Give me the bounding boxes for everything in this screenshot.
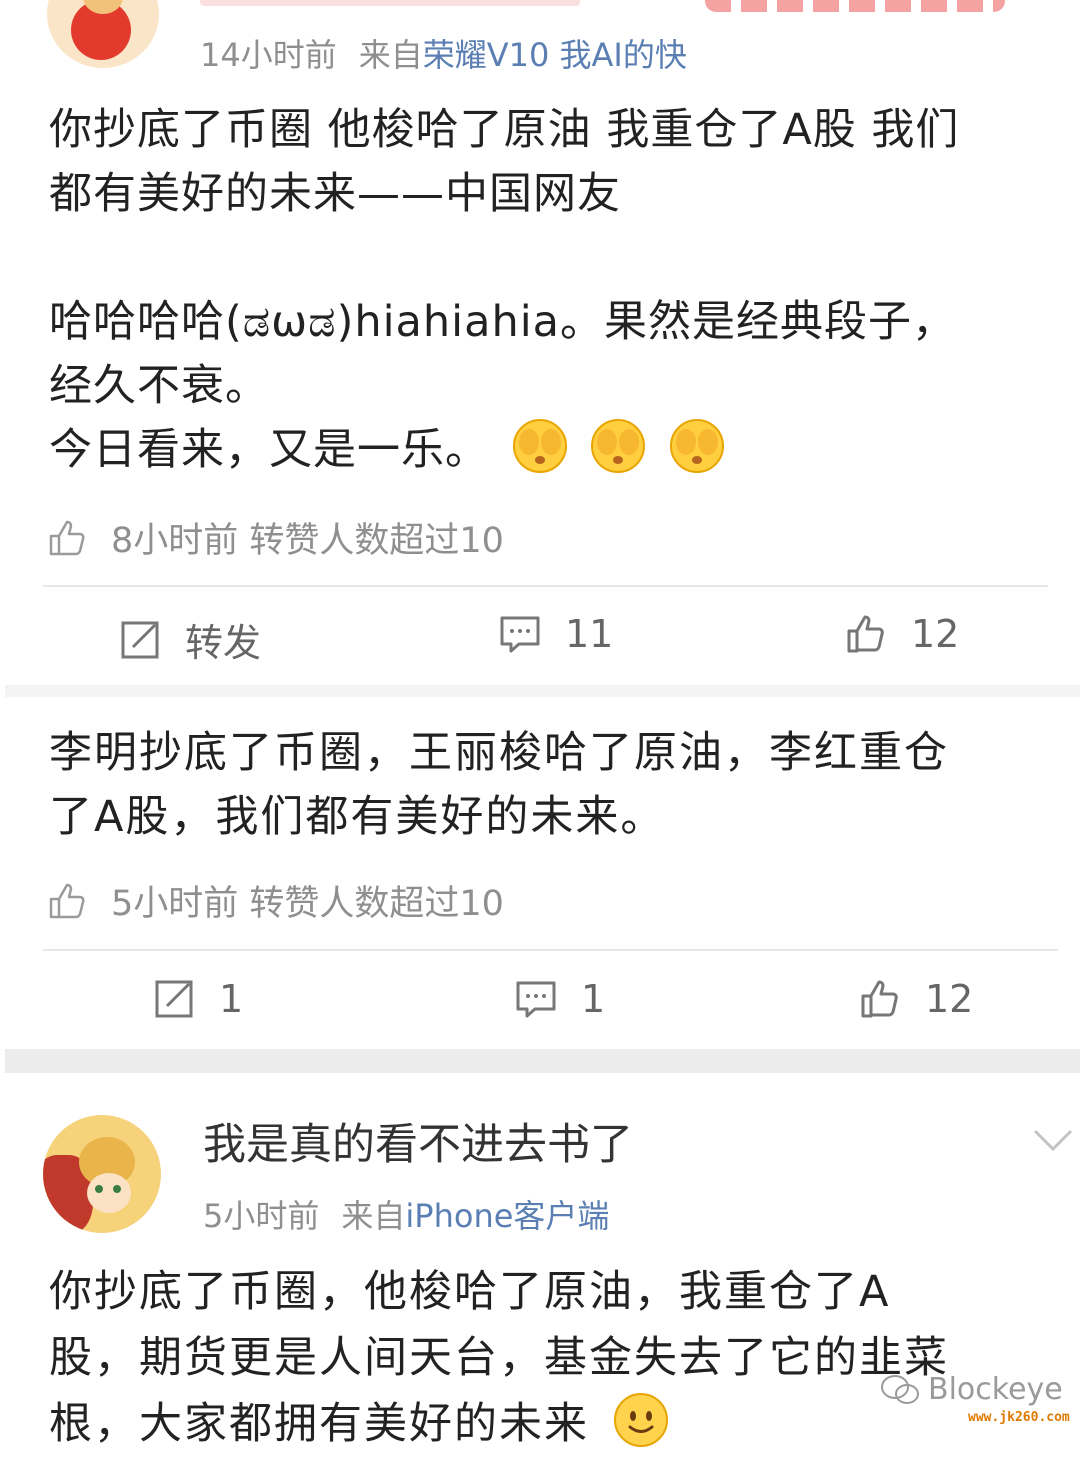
repost-meta: 8小时前 转赞人数超过10 xyxy=(47,512,504,563)
comment-icon xyxy=(500,616,540,653)
post-meta-line: 5小时前 来自 iPhone客户端 xyxy=(203,1191,609,1237)
text-line: 都有美好的未来——中国网友 xyxy=(49,169,621,219)
repost-button[interactable]: 转发 xyxy=(119,612,261,667)
card-separator xyxy=(5,685,1080,697)
source-prefix: 来自 xyxy=(358,36,423,74)
username-partial[interactable] xyxy=(200,0,580,6)
thumb-up-icon[interactable] xyxy=(47,881,87,921)
comment-button[interactable]: 11 xyxy=(499,612,613,656)
username[interactable]: 我是真的看不进去书了 xyxy=(203,1115,633,1175)
post-body: 李明抄底了币圈，王丽梭哈了原油，李红重仓 了A股，我们都有美好的未来。 xyxy=(49,721,1050,849)
like-count: 12 xyxy=(911,612,960,656)
comment-count: 11 xyxy=(565,612,614,656)
divider xyxy=(43,585,1048,587)
watermark-site: www.jk260.com xyxy=(968,1410,1070,1425)
text-line: 李明抄底了币圈，王丽梭哈了原油，李红重仓 xyxy=(49,728,949,778)
text-line: 哈哈哈哈(ಡωಡ)hiahiahia。果然是经典段子， xyxy=(49,297,956,347)
decoration-banner xyxy=(705,0,1005,12)
repost-button[interactable]: 1 xyxy=(153,977,243,1021)
text-line-with-emoji: 今日看来，又是一乐。 xyxy=(49,418,1050,482)
watermark: Blockeye xyxy=(880,1372,1063,1407)
smile-emoji-icon xyxy=(613,1393,668,1447)
comment-icon xyxy=(516,981,556,1018)
thumb-up-icon[interactable] xyxy=(47,518,87,558)
post-card-2: 李明抄底了币圈，王丽梭哈了原油，李红重仓 了A股，我们都有美好的未来。 5小时前… xyxy=(5,697,1080,1047)
text-line: 根，大家都拥有美好的未来 xyxy=(49,1399,589,1449)
repost-meta: 5小时前 转赞人数超过10 xyxy=(47,875,504,926)
source-prefix: 来自 xyxy=(341,1197,406,1235)
post-card-1: 14小时前 来自 荣耀V10 我AI的快 你抄底了币圈 他梭哈了原油 我重仓了A… xyxy=(5,0,1080,685)
wechat-icon xyxy=(881,1374,919,1404)
meta-text: 8小时前 转赞人数超过10 xyxy=(111,521,504,561)
avatar[interactable] xyxy=(47,0,159,68)
text-line: 你抄底了币圈，他梭哈了原油，我重仓了A xyxy=(49,1267,891,1317)
repost-count: 1 xyxy=(219,977,244,1021)
post-body: 你抄底了币圈，他梭哈了原油，我重仓了A 股，期货更是人间天台，基金失去了它的韭菜… xyxy=(49,1259,1050,1457)
card-separator xyxy=(5,1049,1080,1073)
text-line: 今日看来，又是一乐。 xyxy=(49,425,489,475)
text-line xyxy=(49,226,1050,290)
thumb-up-icon xyxy=(861,980,898,1018)
post-body: 你抄底了币圈 他梭哈了原油 我重仓了A股 我们 都有美好的未来——中国网友 哈哈… xyxy=(49,98,1050,482)
repost-label: 转发 xyxy=(185,621,262,665)
repost-icon xyxy=(155,980,193,1018)
like-button[interactable]: 12 xyxy=(859,977,973,1021)
post-meta-line: 14小时前 来自 荣耀V10 我AI的快 xyxy=(200,30,687,76)
cover-face-emoji-icon xyxy=(591,419,646,473)
comment-count: 1 xyxy=(581,977,606,1021)
thumb-up-icon xyxy=(847,615,884,653)
source-link[interactable]: 荣耀V10 我AI的快 xyxy=(423,30,687,76)
text-line: 经久不衰。 xyxy=(49,361,269,411)
watermark-brand: Blockeye xyxy=(928,1372,1063,1407)
post-time: 14小时前 xyxy=(200,36,337,74)
divider xyxy=(43,949,1058,951)
cover-face-emoji-icon xyxy=(670,419,725,473)
meta-text: 5小时前 转赞人数超过10 xyxy=(111,884,504,924)
source-link[interactable]: iPhone客户端 xyxy=(405,1191,609,1237)
like-button[interactable]: 12 xyxy=(845,612,959,656)
text-line: 了A股，我们都有美好的未来。 xyxy=(49,792,666,842)
repost-icon xyxy=(121,621,159,658)
chevron-down-icon[interactable] xyxy=(1033,1129,1073,1153)
post-time: 5小时前 xyxy=(203,1197,320,1235)
cover-face-emoji-icon xyxy=(512,419,567,473)
text-line: 你抄底了币圈 他梭哈了原油 我重仓了A股 我们 xyxy=(49,105,960,155)
avatar[interactable] xyxy=(43,1115,161,1233)
comment-button[interactable]: 1 xyxy=(515,977,605,1021)
like-count: 12 xyxy=(925,977,974,1021)
